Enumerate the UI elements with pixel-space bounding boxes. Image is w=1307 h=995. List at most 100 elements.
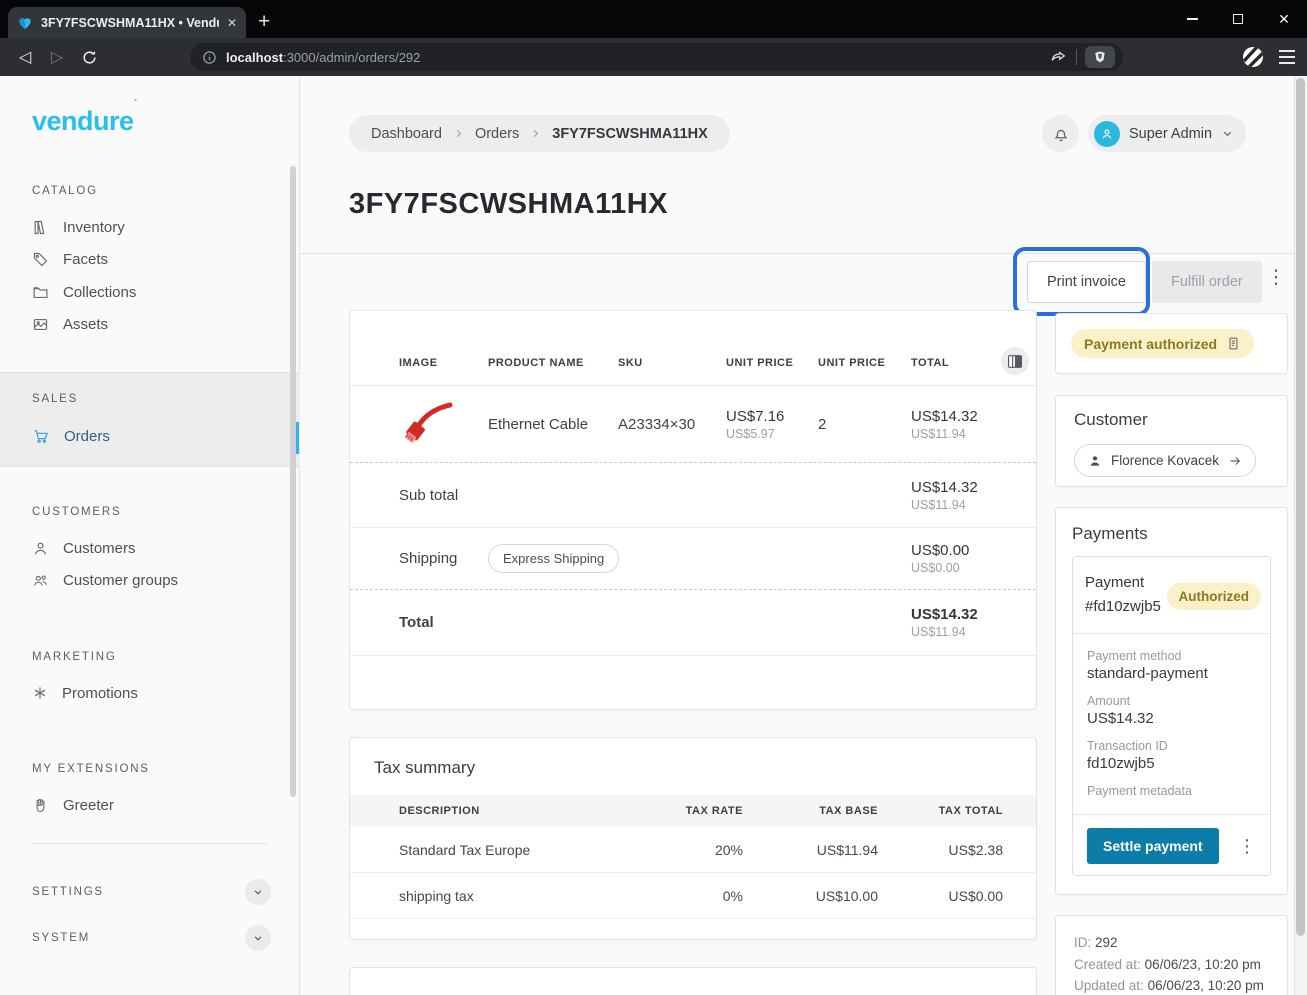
payment-detail-card: Payment #fd10zwjb5 Authorized Payment me… bbox=[1072, 556, 1271, 876]
site-info-icon[interactable] bbox=[202, 50, 217, 65]
brave-rewards-icon[interactable] bbox=[1085, 46, 1115, 68]
product-thumbnail bbox=[399, 402, 453, 446]
chevron-down-icon[interactable] bbox=[245, 925, 271, 951]
reload-button[interactable] bbox=[74, 38, 104, 76]
breadcrumb-orders[interactable]: Orders bbox=[475, 126, 519, 142]
sidebar-item-greeter[interactable]: Greeter bbox=[32, 789, 114, 821]
payment-metadata-label: Payment metadata bbox=[1087, 784, 1256, 798]
user-icon bbox=[1088, 454, 1102, 468]
amount-label: Amount bbox=[1087, 694, 1256, 708]
notifications-button[interactable] bbox=[1042, 115, 1079, 152]
settle-payment-button[interactable]: Settle payment bbox=[1087, 828, 1219, 864]
sidebar-item-customer-groups[interactable]: Customer groups bbox=[32, 564, 178, 596]
browser-navbar: ◁ ▷ localhost:3000/admin/orders/292 bbox=[0, 38, 1307, 76]
divider bbox=[32, 843, 267, 844]
total-row: Total US$14.32 US$11.94 bbox=[350, 590, 1036, 656]
fulfill-order-button[interactable]: Fulfill order bbox=[1152, 261, 1262, 303]
tab-close-icon[interactable]: ✕ bbox=[227, 16, 237, 30]
sidebar-scrollbar[interactable] bbox=[290, 166, 296, 797]
sidebar-group-settings[interactable]: SETTINGS bbox=[32, 876, 271, 908]
payments-card: Payments Payment #fd10zwjb5 Authorized P… bbox=[1055, 507, 1288, 895]
product-sku: A23334×30 bbox=[618, 416, 726, 433]
sidebar-item-orders[interactable]: Orders bbox=[32, 420, 110, 452]
sidebar-group-system[interactable]: SYSTEM bbox=[32, 922, 271, 954]
more-actions-icon[interactable]: ⋮ bbox=[1266, 266, 1286, 289]
toggle-columns-button[interactable] bbox=[1001, 347, 1029, 375]
chevron-down-icon[interactable] bbox=[245, 879, 271, 905]
screen: 3FY7FSCWSHMA11HX • Vendure ✕ + ✕ ◁ ▷ loc… bbox=[0, 0, 1307, 995]
url-host: localhost bbox=[226, 50, 283, 65]
page-title: 3FY7FSCWSHMA11HX bbox=[349, 188, 668, 221]
tax-summary-card: Tax summary DESCRIPTION TAX RATE TAX BAS… bbox=[349, 737, 1037, 940]
divider bbox=[1076, 49, 1077, 65]
breadcrumb-current: 3FY7FSCWSHMA11HX bbox=[552, 126, 708, 142]
forward-button[interactable]: ▷ bbox=[42, 38, 72, 76]
sidebar-item-customers[interactable]: Customers bbox=[32, 532, 136, 564]
browser-menu-icon[interactable] bbox=[1272, 38, 1302, 76]
receipt-icon bbox=[1226, 336, 1241, 351]
payment-status-badge: Authorized bbox=[1167, 583, 1262, 610]
cart-icon bbox=[32, 427, 50, 445]
chevron-right-icon bbox=[530, 128, 541, 139]
order-table-header: IMAGE PRODUCT NAME SKU UNIT PRICE UNIT P… bbox=[350, 311, 1036, 386]
tag-icon bbox=[32, 251, 49, 268]
share-icon[interactable] bbox=[1050, 48, 1068, 66]
total-label: Total bbox=[399, 614, 911, 631]
users-icon bbox=[32, 572, 49, 589]
sidebar-item-assets[interactable]: Assets bbox=[32, 308, 108, 340]
back-button[interactable]: ◁ bbox=[10, 38, 40, 76]
updated-at-line: Updated at: 06/06/23, 10:20 pm bbox=[1074, 975, 1269, 995]
browser-tab[interactable]: 3FY7FSCWSHMA11HX • Vendure ✕ bbox=[8, 7, 246, 38]
section-label-my-extensions: MY EXTENSIONS bbox=[32, 763, 150, 775]
total-value: US$14.32 US$11.94 bbox=[911, 606, 1036, 639]
page-scrollbar[interactable] bbox=[1294, 76, 1307, 995]
new-tab-button[interactable]: + bbox=[258, 7, 270, 37]
payment-details: Payment method standard-payment Amount U… bbox=[1073, 634, 1270, 815]
quantity: 2 bbox=[818, 416, 911, 433]
url-text: localhost:3000/admin/orders/292 bbox=[226, 50, 1050, 65]
shipping-value: US$0.00 US$0.00 bbox=[911, 542, 1036, 575]
customer-card-title: Customer bbox=[1074, 410, 1269, 430]
breadcrumb: Dashboard Orders 3FY7FSCWSHMA11HX bbox=[349, 115, 730, 152]
shipping-method-chip[interactable]: Express Shipping bbox=[488, 544, 619, 573]
shipping-label: Shipping bbox=[399, 550, 488, 567]
order-meta-card: ID: 292 Created at: 06/06/23, 10:20 pm U… bbox=[1055, 915, 1288, 995]
chevron-down-icon bbox=[1221, 127, 1234, 140]
vendure-favicon-icon bbox=[17, 15, 33, 31]
order-state-badge: Payment authorized bbox=[1071, 329, 1254, 358]
section-label-marketing: MARKETING bbox=[32, 651, 117, 663]
sidebar-item-promotions[interactable]: Promotions bbox=[32, 677, 138, 709]
payment-more-actions-icon[interactable]: ⋮ bbox=[1238, 837, 1256, 855]
close-button[interactable]: ✕ bbox=[1261, 0, 1307, 38]
sidebar-item-inventory[interactable]: Inventory bbox=[32, 211, 125, 243]
vendure-logo[interactable]: vendure´ bbox=[32, 106, 137, 137]
order-line-row: Ethernet Cable A23334×30 US$7.16 US$5.97… bbox=[350, 386, 1036, 463]
profile-avatar-icon[interactable] bbox=[1238, 38, 1268, 76]
sidebar: vendure´ CATALOG Inventory Facets Collec… bbox=[0, 76, 300, 995]
sub-total-label: Sub total bbox=[399, 487, 911, 504]
order-id-line: ID: 292 bbox=[1074, 932, 1269, 954]
print-invoice-button[interactable]: Print invoice bbox=[1027, 261, 1146, 303]
user-icon bbox=[32, 540, 49, 557]
chevron-right-icon bbox=[453, 128, 464, 139]
maximize-button[interactable] bbox=[1215, 0, 1261, 38]
amount-value: US$14.32 bbox=[1087, 710, 1256, 727]
tax-row: shipping tax 0% US$10.00 US$0.00 bbox=[350, 873, 1036, 919]
payment-method-value: standard-payment bbox=[1087, 665, 1256, 682]
minimize-button[interactable] bbox=[1169, 0, 1215, 38]
sub-total-value: US$14.32 US$11.94 bbox=[911, 479, 1036, 512]
payment-footer: Settle payment ⋮ bbox=[1073, 815, 1270, 876]
vendure-admin-app: vendure´ CATALOG Inventory Facets Collec… bbox=[0, 76, 1307, 995]
window-controls: ✕ bbox=[1169, 0, 1307, 38]
sidebar-item-collections[interactable]: Collections bbox=[32, 276, 136, 308]
sidebar-item-facets[interactable]: Facets bbox=[32, 243, 108, 275]
hand-icon bbox=[32, 797, 49, 814]
product-name: Ethernet Cable bbox=[488, 416, 618, 433]
tax-row: Standard Tax Europe 20% US$11.94 US$2.38 bbox=[350, 827, 1036, 873]
user-menu[interactable]: Super Admin bbox=[1088, 115, 1246, 152]
section-label-catalog: CATALOG bbox=[32, 185, 98, 197]
customer-link[interactable]: Florence Kovacek bbox=[1074, 444, 1256, 477]
scrollbar-thumb[interactable] bbox=[1296, 78, 1305, 936]
breadcrumb-dashboard[interactable]: Dashboard bbox=[371, 126, 442, 142]
url-bar[interactable]: localhost:3000/admin/orders/292 bbox=[190, 43, 1123, 71]
